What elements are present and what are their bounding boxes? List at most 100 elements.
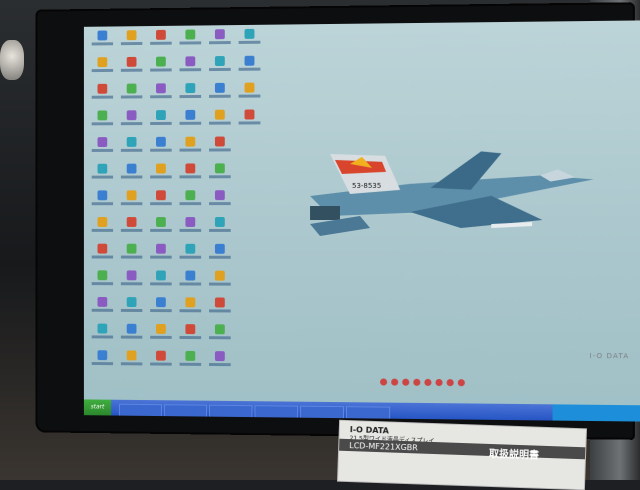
desktop-icon[interactable] [207,109,233,134]
desktop-icon[interactable] [148,270,173,294]
desktop-icon[interactable] [207,270,233,295]
desktop-icon[interactable] [148,163,173,188]
desktop-icon[interactable] [119,110,144,134]
desktop-icon-caption [179,94,202,99]
desktop-icon[interactable] [207,82,233,107]
app-icon [185,217,196,227]
desktop-icon[interactable] [207,190,233,214]
tray-icon[interactable] [424,378,432,386]
desktop-icon[interactable] [207,324,233,348]
desktop-icon[interactable] [90,243,115,268]
taskbar-button[interactable] [300,405,344,420]
desktop-icon[interactable] [148,83,173,107]
app-icon [244,28,255,39]
desktop-icon[interactable] [178,83,204,107]
tray-icon[interactable] [380,378,388,386]
desktop-icon[interactable] [119,323,144,348]
desktop-icon[interactable] [237,109,263,133]
desktop-icon[interactable] [90,190,115,214]
jet-intake [310,205,340,221]
app-icon [156,136,166,147]
desktop-icon[interactable] [119,190,144,214]
desktop-icon[interactable] [207,136,233,160]
desktop-icon[interactable] [148,136,173,161]
desktop-icon[interactable] [90,323,115,348]
desktop-icon[interactable] [207,163,233,187]
tray-icon[interactable] [391,378,399,386]
desktop-icon[interactable] [148,217,173,241]
desktop-icon-caption [120,228,143,232]
desktop-icon[interactable] [119,163,144,188]
tray-icon[interactable] [413,378,421,386]
desktop-icon[interactable] [148,190,173,214]
app-icon [97,323,108,334]
desktop-icon[interactable] [148,56,173,81]
desktop-icon[interactable] [90,163,115,188]
desktop-icon[interactable] [207,297,233,321]
desktop-icon-caption [150,148,172,152]
desktop-icon[interactable] [90,110,115,134]
desktop-icon[interactable] [178,350,204,375]
desktop-icon[interactable] [119,30,144,54]
desktop-icon[interactable] [178,217,204,241]
desktop-icon[interactable] [119,83,144,108]
desktop-icon[interactable] [90,137,115,161]
desktop-icon[interactable] [237,55,263,80]
desktop-icon-caption [120,362,143,366]
desktop-icon[interactable] [148,350,173,375]
desktop-icon[interactable] [119,217,144,241]
desktop-icon[interactable] [178,56,204,80]
desktop-icon[interactable] [90,350,115,374]
desktop-icon[interactable] [178,163,204,187]
start-button[interactable]: start [83,399,112,416]
desktop-icon[interactable] [178,136,204,161]
desktop-icon[interactable] [119,270,144,294]
taskbar-button[interactable] [345,406,391,420]
app-icon [244,55,255,66]
desktop-icon[interactable] [90,83,115,108]
desktop-icon[interactable] [119,243,144,268]
desktop-icon[interactable] [178,270,204,295]
desktop-icon[interactable] [90,217,115,241]
desktop-icon[interactable] [119,297,144,321]
desktop-icon[interactable] [90,57,115,81]
desktop-icon[interactable] [178,243,204,268]
taskbar-button[interactable] [118,403,162,418]
app-icon [185,109,196,120]
tray-icon[interactable] [457,379,465,387]
desktop-icon[interactable] [119,56,144,81]
desktop-icon[interactable] [90,30,115,54]
desktop-icon[interactable] [148,323,173,348]
desktop-icon[interactable] [148,243,173,268]
desktop-icon[interactable] [237,82,263,107]
taskbar-button[interactable] [163,404,208,418]
desktop-icon[interactable] [207,243,233,268]
desktop-icon[interactable] [207,56,233,80]
desktop-icon[interactable] [207,351,233,375]
desktop-icon[interactable] [207,217,233,241]
desktop-icon[interactable] [148,297,173,321]
desktop-icon[interactable] [148,110,173,134]
taskbar-button[interactable] [209,404,253,419]
desktop-icon[interactable] [90,296,115,321]
app-icon [244,82,255,93]
tray-icon[interactable] [446,379,454,387]
desktop-icon[interactable] [119,136,144,161]
desktop-icon[interactable] [178,190,204,214]
tray-icon[interactable] [402,378,410,386]
taskbar-button[interactable] [254,405,299,419]
desktop-icon[interactable] [90,270,115,294]
desktop-icon[interactable] [148,29,173,54]
desktop-icon[interactable] [119,350,144,374]
desktop-icon[interactable] [178,29,204,53]
desktop-icon[interactable] [178,109,204,134]
app-icon [185,29,196,40]
desktop-icon-caption [238,67,261,71]
desktop-icon[interactable] [207,29,233,53]
desktop-icon[interactable] [178,324,204,348]
app-icon [214,29,225,40]
desktop-icon[interactable] [237,28,263,53]
desktop-icon[interactable] [178,297,204,321]
tray-icon[interactable] [435,378,443,387]
desktop-icon-caption [209,67,231,72]
